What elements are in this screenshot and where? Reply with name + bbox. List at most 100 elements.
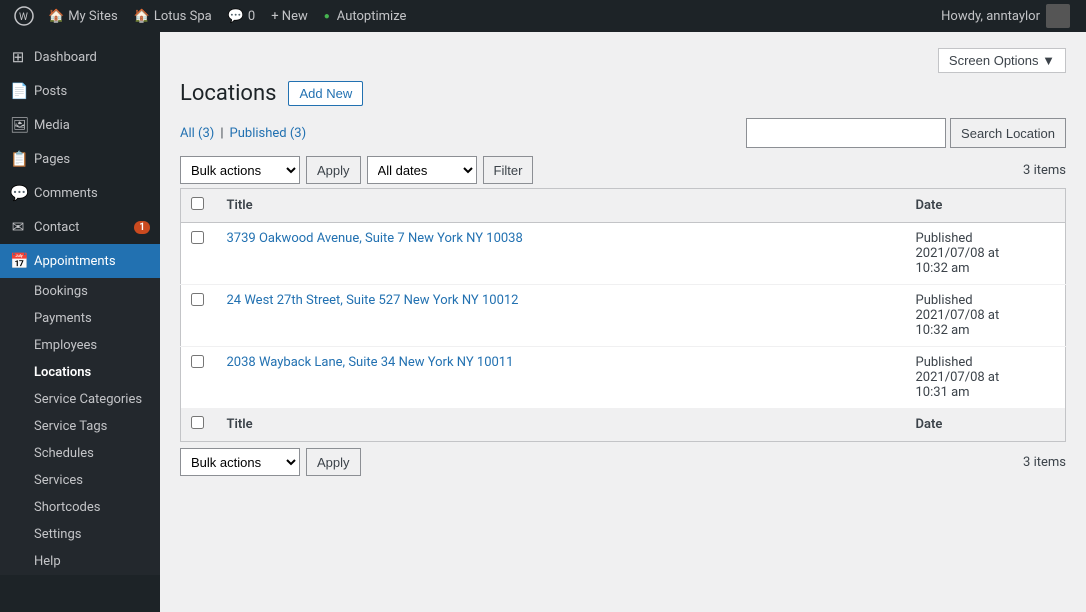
svg-text:W: W xyxy=(19,12,28,23)
sidebar-item-payments[interactable]: Payments xyxy=(0,305,160,332)
row-status: Published2021/07/08 at10:32 am xyxy=(916,293,1000,338)
user-avatar xyxy=(1046,4,1070,28)
media-icon: 🖼 xyxy=(10,116,26,134)
screen-options-bar: Screen Options ▼ xyxy=(180,48,1066,73)
row-title-cell: 2038 Wayback Lane, Suite 34 New York NY … xyxy=(217,347,906,409)
sidebar-item-label: Posts xyxy=(34,84,67,99)
title-column-header[interactable]: Title xyxy=(217,189,906,223)
posts-icon: 📄 xyxy=(10,82,26,100)
table-row: 24 West 27th Street, Suite 527 New York … xyxy=(181,285,1066,347)
row-title-cell: 24 West 27th Street, Suite 527 New York … xyxy=(217,285,906,347)
bulk-actions-top-select[interactable]: Bulk actions xyxy=(180,156,300,184)
comments-icon: 💬 xyxy=(228,9,244,24)
contact-badge: 1 xyxy=(134,221,150,234)
sidebar-item-service-tags[interactable]: Service Tags xyxy=(0,413,160,440)
date-column-footer[interactable]: Date xyxy=(906,408,1066,442)
sidebar-item-label: Pages xyxy=(34,152,70,167)
sidebar-item-label: Comments xyxy=(34,186,98,201)
filter-published-link[interactable]: Published (3) xyxy=(230,126,307,141)
pages-icon: 📋 xyxy=(10,150,26,168)
sidebar-item-schedules[interactable]: Schedules xyxy=(0,440,160,467)
page-header: Locations Add New xyxy=(180,81,1066,106)
page-title: Locations xyxy=(180,81,276,106)
sidebar-item-services[interactable]: Services xyxy=(0,467,160,494)
sidebar-item-comments[interactable]: 💬 Comments xyxy=(0,176,160,210)
row-checkbox-cell xyxy=(181,285,217,347)
title-column-footer[interactable]: Title xyxy=(217,408,906,442)
my-sites-icon: 🏠 xyxy=(48,9,64,24)
sidebar-item-service-categories[interactable]: Service Categories xyxy=(0,386,160,413)
my-sites-menu[interactable]: 🏠 My Sites xyxy=(40,0,126,32)
filter-bar: All (3) | Published (3) Search Location xyxy=(180,118,1066,148)
sidebar-item-pages[interactable]: 📋 Pages xyxy=(0,142,160,176)
locations-table: Title Date 3739 Oakwood Avenue, Suite 7 … xyxy=(180,188,1066,442)
sidebar-item-posts[interactable]: 📄 Posts xyxy=(0,74,160,108)
row-date-cell: Published2021/07/08 at10:32 am xyxy=(906,223,1066,285)
table-body: 3739 Oakwood Avenue, Suite 7 New York NY… xyxy=(181,223,1066,409)
select-all-header xyxy=(181,189,217,223)
dashboard-icon: ⊞ xyxy=(10,48,26,66)
sidebar-item-bookings[interactable]: Bookings xyxy=(0,278,160,305)
dates-filter-select[interactable]: All dates xyxy=(367,156,477,184)
new-label: + New xyxy=(271,9,308,24)
row-checkbox[interactable] xyxy=(191,231,204,244)
sidebar-item-label: Contact xyxy=(34,220,79,235)
row-date-cell: Published2021/07/08 at10:32 am xyxy=(906,285,1066,347)
sidebar-item-label: Appointments xyxy=(34,254,116,269)
table-row: 2038 Wayback Lane, Suite 34 New York NY … xyxy=(181,347,1066,409)
sidebar-item-dashboard[interactable]: ⊞ Dashboard xyxy=(0,40,160,74)
table-row: 3739 Oakwood Avenue, Suite 7 New York NY… xyxy=(181,223,1066,285)
sidebar-item-settings[interactable]: Settings xyxy=(0,521,160,548)
row-checkbox[interactable] xyxy=(191,293,204,306)
location-title-link[interactable]: 24 West 27th Street, Suite 527 New York … xyxy=(227,293,519,308)
row-status: Published2021/07/08 at10:32 am xyxy=(916,231,1000,276)
sidebar-item-appointments[interactable]: 📅 Appointments xyxy=(0,244,160,278)
location-title-link[interactable]: 3739 Oakwood Avenue, Suite 7 New York NY… xyxy=(227,231,523,246)
search-input[interactable] xyxy=(746,118,946,148)
items-count-bottom: 3 items xyxy=(1023,455,1066,470)
sidebar-item-employees[interactable]: Employees xyxy=(0,332,160,359)
user-account-menu[interactable]: Howdy, anntaylor xyxy=(933,0,1078,32)
autoptimize-dot: ● xyxy=(324,11,330,22)
autoptimize-link[interactable]: ● Autoptimize xyxy=(316,0,415,32)
add-new-button[interactable]: Add New xyxy=(288,81,363,106)
new-content-link[interactable]: + New xyxy=(263,0,316,32)
search-location-button[interactable]: Search Location xyxy=(950,118,1066,148)
apply-top-button[interactable]: Apply xyxy=(306,156,361,184)
bottom-actions-bar: Bulk actions Apply 3 items xyxy=(180,448,1066,476)
sidebar-item-label: Dashboard xyxy=(34,50,97,65)
screen-options-button[interactable]: Screen Options ▼ xyxy=(938,48,1066,73)
filter-separator: | xyxy=(220,126,223,141)
date-column-header[interactable]: Date xyxy=(906,189,1066,223)
row-checkbox-cell xyxy=(181,347,217,409)
site-name: Lotus Spa xyxy=(154,9,212,24)
user-greeting: Howdy, anntaylor xyxy=(941,9,1040,24)
autoptimize-label: Autoptimize xyxy=(337,9,407,24)
sidebar-item-contact[interactable]: ✉ Contact 1 xyxy=(0,210,160,244)
sidebar-item-help[interactable]: Help xyxy=(0,548,160,575)
row-checkbox[interactable] xyxy=(191,355,204,368)
home-icon: 🏠 xyxy=(134,9,150,24)
select-all-footer-checkbox[interactable] xyxy=(191,416,204,429)
location-title-link[interactable]: 2038 Wayback Lane, Suite 34 New York NY … xyxy=(227,355,514,370)
select-all-checkbox[interactable] xyxy=(191,197,204,210)
sidebar-item-shortcodes[interactable]: Shortcodes xyxy=(0,494,160,521)
comments-count: 0 xyxy=(248,9,255,24)
sidebar-item-locations[interactable]: Locations xyxy=(0,359,160,386)
appointments-icon: 📅 xyxy=(10,252,26,270)
row-title-cell: 3739 Oakwood Avenue, Suite 7 New York NY… xyxy=(217,223,906,285)
apply-bottom-button[interactable]: Apply xyxy=(306,448,361,476)
select-all-footer xyxy=(181,408,217,442)
filter-all-link[interactable]: All (3) xyxy=(180,126,214,141)
top-actions-bar: Bulk actions Apply All dates Filter 3 it… xyxy=(180,156,1066,184)
contact-icon: ✉ xyxy=(10,218,26,236)
row-date-cell: Published2021/07/08 at10:31 am xyxy=(906,347,1066,409)
filter-button[interactable]: Filter xyxy=(483,156,534,184)
site-name-link[interactable]: 🏠 Lotus Spa xyxy=(126,0,220,32)
main-content: Screen Options ▼ Locations Add New All (… xyxy=(160,32,1086,612)
comments-link[interactable]: 💬 0 xyxy=(220,0,264,32)
bulk-actions-bottom-select[interactable]: Bulk actions xyxy=(180,448,300,476)
row-status: Published2021/07/08 at10:31 am xyxy=(916,355,1000,400)
wordpress-logo[interactable]: W xyxy=(8,0,40,32)
sidebar-item-media[interactable]: 🖼 Media xyxy=(0,108,160,142)
